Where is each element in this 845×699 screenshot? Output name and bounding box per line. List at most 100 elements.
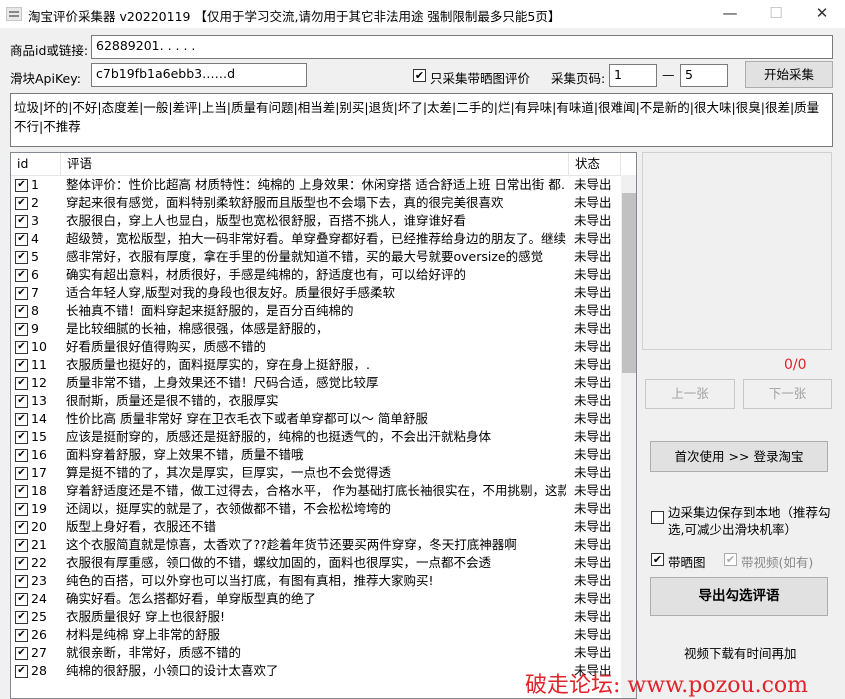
item-id-input[interactable]: 62889201. . . . . [91, 35, 833, 59]
row-id: 13 [31, 393, 47, 408]
row-id: 17 [31, 465, 47, 480]
only-image-label: 只采集带晒图评价 [430, 71, 531, 86]
maximize-icon[interactable]: ☐ [753, 0, 799, 28]
col-id-header[interactable]: id [11, 153, 61, 175]
with-video-label: 带视频(如有) [741, 555, 814, 570]
page-from-input[interactable]: 1 [609, 64, 657, 87]
only-image-checkbox[interactable]: ✔ [413, 69, 426, 82]
row-id: 9 [31, 321, 39, 336]
export-selected-button[interactable]: 导出勾选评语 [650, 577, 828, 616]
table-row[interactable]: ✔ 18 穿着舒适度还是不错，做工过得去，合格水平， 作为基础打底长袖很实在，不用挑… [11, 482, 619, 500]
row-checkbox[interactable]: ✔ [15, 503, 28, 516]
row-comment: 性价比高 质量非常好 穿在卫衣毛衣下或者单穿都可以～ 简单舒服 [66, 411, 428, 426]
image-counter: 0/0 [784, 357, 807, 373]
row-checkbox[interactable]: ✔ [15, 557, 28, 570]
page-to-input[interactable]: 5 [680, 64, 728, 87]
close-icon[interactable]: ✕ [799, 0, 845, 28]
row-checkbox[interactable]: ✔ [15, 449, 28, 462]
table-row[interactable]: ✔ 1 整体评价：性价比超高 材质特性：纯棉的 上身效果：休闲穿搭 适合舒适上班 日… [11, 176, 619, 194]
table-row[interactable]: ✔ 5 感非常好，衣服有厚度，拿在手里的份量就知道不错，买的最大号就要oversiz… [11, 248, 619, 266]
filter-words-textarea[interactable]: 垃圾|坏的|不好|态度差|一般|差评|上当|质量有问题|相当差|别买|退货|坏了… [10, 93, 833, 147]
row-status: 未导出 [574, 627, 612, 642]
save-local-checkbox[interactable] [651, 511, 664, 524]
col-comment-header[interactable]: 评语 [61, 153, 569, 175]
row-checkbox[interactable]: ✔ [15, 323, 28, 336]
col-status-header[interactable]: 状态 [569, 153, 621, 175]
login-taobao-button[interactable]: 首次使用 >> 登录淘宝 [650, 441, 828, 472]
row-status: 未导出 [574, 465, 612, 480]
apikey-input[interactable]: c7b19fb1a6ebb3……d [91, 63, 307, 87]
table-row[interactable]: ✔ 23 纯色的百搭，可以外穿也可以当打底，有图有真相，推荐大家购买! 未导出 [11, 572, 619, 590]
row-checkbox[interactable]: ✔ [15, 197, 28, 210]
table-row[interactable]: ✔ 27 就很亲断，非常好，质感不错的 未导出 [11, 644, 619, 662]
prev-image-button[interactable]: 上一张 [645, 379, 735, 409]
table-row[interactable]: ✔ 16 面料穿着舒服，穿上效果不错，质量不错哦 未导出 [11, 446, 619, 464]
table-row[interactable]: ✔ 10 好看质量很好值得购买，质感不错的 未导出 [11, 338, 619, 356]
next-image-button[interactable]: 下一张 [743, 379, 832, 409]
table-row[interactable]: ✔ 22 衣服很有厚重感，领口做的不错，螺纹加固的，面料也很厚实，一点都不会透 未导出 [11, 554, 619, 572]
row-id: 25 [31, 609, 47, 624]
row-status: 未导出 [574, 177, 612, 192]
table-row[interactable]: ✔ 17 算是挺不错的了，其次是厚实，巨厚实，一点也不会觉得透 未导出 [11, 464, 619, 482]
row-checkbox[interactable]: ✔ [15, 431, 28, 444]
table-row[interactable]: ✔ 6 确实有超出意料，材质很好，手感是纯棉的，舒适度也有，可以给好评的 未导出 [11, 266, 619, 284]
table-row[interactable]: ✔ 3 衣服很白，穿上人也显白，版型也宽松很舒服，百搭不挑人，谁穿谁好看 未导出 [11, 212, 619, 230]
start-button[interactable]: 开始采集 [745, 61, 833, 88]
row-comment: 衣服很有厚重感，领口做的不错，螺纹加固的，面料也很厚实，一点都不会透 [66, 555, 492, 570]
row-checkbox[interactable]: ✔ [15, 413, 28, 426]
row-checkbox[interactable]: ✔ [15, 575, 28, 588]
table-row[interactable]: ✔ 24 确实好看。怎么搭都好看，单穿版型真的绝了 未导出 [11, 590, 619, 608]
row-status: 未导出 [574, 213, 612, 228]
row-checkbox[interactable]: ✔ [15, 611, 28, 624]
row-status: 未导出 [574, 321, 612, 336]
window-title: 淘宝评价采集器 v20220119 【仅用于学习交流,请勿用于其它非法用途 强制… [28, 9, 561, 24]
row-checkbox[interactable]: ✔ [15, 647, 28, 660]
table-row[interactable]: ✔ 25 衣服质量很好 穿上也很舒服! 未导出 [11, 608, 619, 626]
table-row[interactable]: ✔ 13 很耐斯，质量还是很不错的，衣服厚实 未导出 [11, 392, 619, 410]
minimize-icon[interactable]: — [707, 0, 753, 28]
table-row[interactable]: ✔ 12 质量非常不错，上身效果还不错！尺码合适，感觉比较厚 未导出 [11, 374, 619, 392]
row-checkbox[interactable]: ✔ [15, 665, 28, 678]
comments-table[interactable]: id 评语 状态 ✔ 1 整体评价：性价比超高 材质特性：纯棉的 上身效果：休闲穿搭… [10, 152, 637, 699]
row-checkbox[interactable]: ✔ [15, 593, 28, 606]
row-checkbox[interactable]: ✔ [15, 467, 28, 480]
table-row[interactable]: ✔ 15 应该是挺耐穿的，质感还是挺舒服的，纯棉的也挺透气的，不会出汗就粘身体 未导出 [11, 428, 619, 446]
row-checkbox[interactable]: ✔ [15, 539, 28, 552]
table-row[interactable]: ✔ 19 还阔以，挺厚实的就是了，衣领做都不错，不会松松垮垮的 未导出 [11, 500, 619, 518]
row-checkbox[interactable]: ✔ [15, 305, 28, 318]
apikey-label: 滑块ApiKey: [10, 71, 81, 86]
table-row[interactable]: ✔ 26 材料是纯棉 穿上非常的舒服 未导出 [11, 626, 619, 644]
row-checkbox[interactable]: ✔ [15, 521, 28, 534]
row-id: 22 [31, 555, 47, 570]
item-id-label: 商品id或链接: [10, 43, 89, 58]
row-checkbox[interactable]: ✔ [15, 377, 28, 390]
row-checkbox[interactable]: ✔ [15, 359, 28, 372]
row-checkbox[interactable]: ✔ [15, 287, 28, 300]
row-checkbox[interactable]: ✔ [15, 485, 28, 498]
row-status: 未导出 [574, 447, 612, 462]
row-id: 2 [31, 195, 39, 210]
table-scroll-thumb[interactable] [622, 193, 636, 373]
row-checkbox[interactable]: ✔ [15, 395, 28, 408]
row-checkbox[interactable]: ✔ [15, 629, 28, 642]
row-checkbox[interactable]: ✔ [15, 179, 28, 192]
table-row[interactable]: ✔ 9 是比较细腻的长袖，棉感很强，体感是舒服的， 未导出 [11, 320, 619, 338]
table-row[interactable]: ✔ 7 适合年轻人穿,版型对我的身段也很友好。质量很好手感柔软 未导出 [11, 284, 619, 302]
table-row[interactable]: ✔ 11 衣服质量也挺好的，面料挺厚实的，穿在身上挺舒服，. 未导出 [11, 356, 619, 374]
row-status: 未导出 [574, 249, 612, 264]
row-id: 7 [31, 285, 39, 300]
row-checkbox[interactable]: ✔ [15, 269, 28, 282]
with-video-checkbox[interactable]: ✔ [724, 553, 737, 566]
row-checkbox[interactable]: ✔ [15, 251, 28, 264]
row-checkbox[interactable]: ✔ [15, 233, 28, 246]
table-row[interactable]: ✔ 20 版型上身好看，衣服还不错 未导出 [11, 518, 619, 536]
row-checkbox[interactable]: ✔ [15, 215, 28, 228]
table-row[interactable]: ✔ 2 穿起来很有感觉，面料特别柔软舒服而且版型也不会塌下去，真的很完美很喜欢 未导出 [11, 194, 619, 212]
with-image-checkbox[interactable]: ✔ [651, 553, 664, 566]
row-id: 23 [31, 573, 47, 588]
table-row[interactable]: ✔ 14 性价比高 质量非常好 穿在卫衣毛衣下或者单穿都可以～ 简单舒服 未导出 [11, 410, 619, 428]
row-checkbox[interactable]: ✔ [15, 341, 28, 354]
table-row[interactable]: ✔ 8 长袖真不错！面料穿起来挺舒服的，是百分百纯棉的 未导出 [11, 302, 619, 320]
table-row[interactable]: ✔ 21 这个衣服简直就是惊喜，太香欢了??趁着年货节还要买两件穿穿，冬天打底神器啊… [11, 536, 619, 554]
table-row[interactable]: ✔ 4 超级赞，宽松版型，拍大一码非常好看。单穿叠穿都好看，已经推荐给身边的朋友了。… [11, 230, 619, 248]
